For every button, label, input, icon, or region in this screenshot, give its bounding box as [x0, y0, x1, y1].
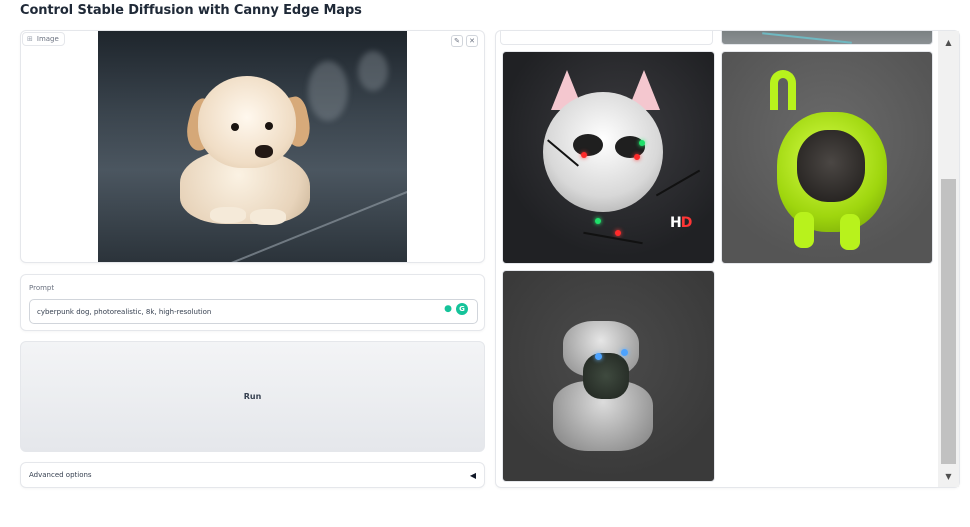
page-title: Control Stable Diffusion with Canny Edge… [20, 3, 362, 18]
hd-logo: HD [670, 215, 693, 231]
gallery-image-robot-dog[interactable] [502, 270, 715, 482]
clear-image-button[interactable]: ✕ [466, 35, 478, 47]
pencil-icon: ✎ [454, 37, 460, 45]
image-icon: ⊞ [27, 35, 33, 43]
gallery-image-partial-1[interactable] [500, 31, 713, 45]
prompt-input[interactable] [29, 299, 478, 324]
caret-left-icon: ◀ [469, 470, 476, 480]
gallery-image-partial-2[interactable] [721, 31, 933, 45]
scroll-down-arrow-icon[interactable]: ▼ [938, 468, 959, 484]
prompt-panel: Prompt ● G [20, 274, 485, 331]
image-input-panel[interactable]: ⊞ Image ✎ ✕ [20, 30, 485, 263]
grammarly-icon[interactable]: G [456, 303, 468, 315]
image-label-badge: ⊞ Image [22, 32, 65, 46]
image-label-text: Image [36, 35, 59, 43]
advanced-options-accordion[interactable]: Advanced options ◀ [20, 462, 485, 488]
uploaded-puppy-image [98, 31, 407, 262]
run-button[interactable]: Run [20, 341, 485, 452]
scroll-up-arrow-icon[interactable]: ▲ [938, 34, 959, 50]
gallery-image-green-suit-pug[interactable] [721, 51, 933, 264]
hd-logo-d: D [680, 215, 693, 231]
prompt-assist-icons: ● G [442, 303, 468, 315]
scrollbar-thumb[interactable] [941, 179, 956, 464]
bulb-icon[interactable]: ● [442, 303, 454, 315]
prompt-label: Prompt [29, 284, 55, 292]
output-gallery: HD [495, 30, 960, 488]
image-toolbar: ✎ ✕ [451, 35, 478, 47]
gallery-scrollbar[interactable]: ▲ ▼ [938, 31, 959, 487]
hd-logo-h: H [670, 215, 682, 231]
close-icon: ✕ [469, 37, 475, 45]
gallery-image-husky-robot[interactable]: HD [502, 51, 715, 264]
advanced-options-label: Advanced options [29, 471, 92, 479]
edit-image-button[interactable]: ✎ [451, 35, 463, 47]
